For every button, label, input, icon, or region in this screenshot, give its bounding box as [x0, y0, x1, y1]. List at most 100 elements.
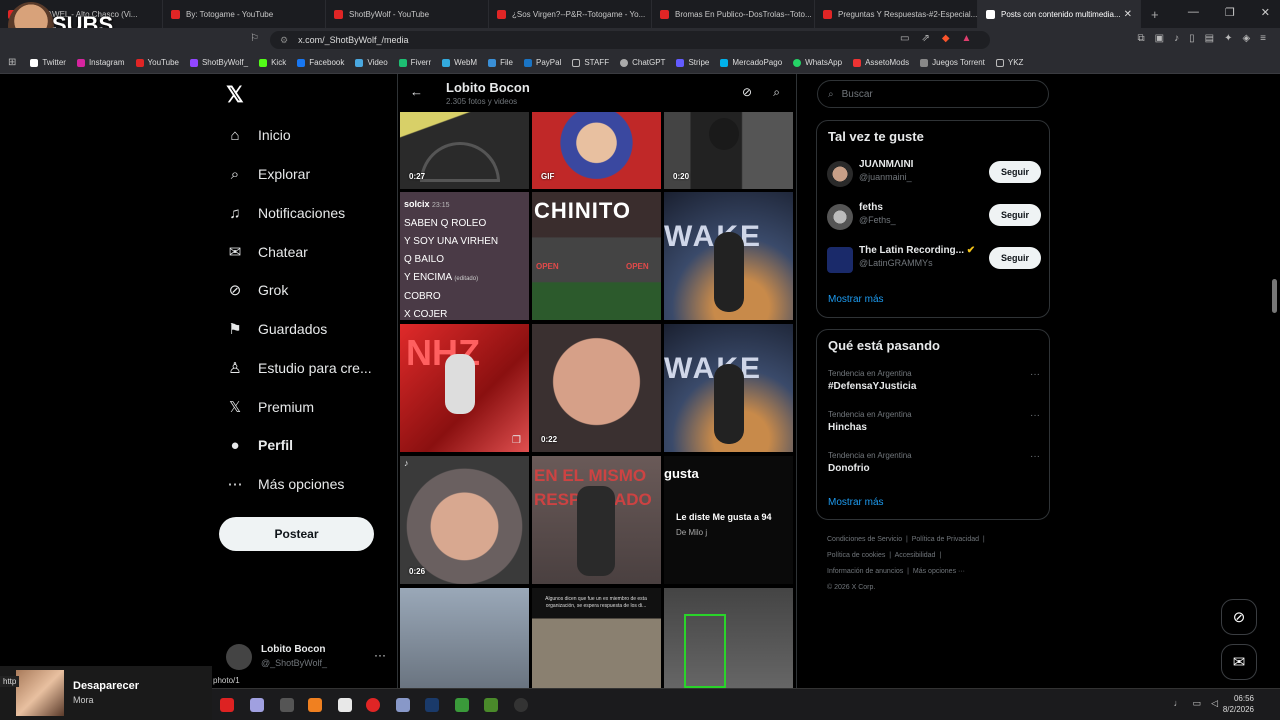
maximize-icon[interactable]: ❐ [1225, 6, 1235, 19]
nav-item-notificaciones[interactable]: ♫ Notificaciones [226, 198, 345, 228]
follow-button[interactable]: Seguir [989, 161, 1041, 183]
nav-item-guardados[interactable]: ⚑ Guardados [226, 314, 327, 344]
bookmark-item[interactable]: STAFF [572, 58, 609, 67]
bookmark-item[interactable]: MercadoPago [720, 58, 782, 67]
bookmark-item[interactable]: File [488, 58, 513, 67]
taskbar-app-icon[interactable] [220, 698, 234, 712]
minecraft-icon[interactable] [455, 698, 469, 712]
bookmark-item[interactable]: Kick [259, 58, 286, 67]
music-icon[interactable]: ♪ [1174, 33, 1179, 44]
media-thumbnail[interactable]: NHZ ❐ [400, 324, 529, 452]
taskbar-app-icon[interactable] [338, 698, 352, 712]
footer-link[interactable]: Condiciones de Servicio [827, 536, 902, 543]
bookmark-item[interactable]: PayPal [523, 58, 561, 67]
new-tab-icon[interactable]: + [1151, 7, 1159, 22]
media-thumbnail[interactable]: Algunos dicen que fue un ex miembro de e… [532, 588, 661, 688]
bookmark-item[interactable]: YouTube [135, 58, 179, 67]
media-thumbnail[interactable]: solcix 23:15 SABEN Q ROLEO Y SOY UNA VIR… [400, 192, 529, 320]
media-thumbnail[interactable]: WAKE [664, 324, 793, 452]
browser-tab[interactable]: ¿Sos Virgen?--P&R--Totogame - Yo... [489, 0, 652, 28]
taskbar-app-icon[interactable] [280, 698, 294, 712]
media-thumbnail[interactable] [664, 588, 793, 688]
bookmark-item[interactable]: ChatGPT [620, 58, 665, 67]
bookmark-item[interactable]: Twitter [30, 58, 66, 67]
media-thumbnail[interactable]: EN EL MISMO RESPALDADO [532, 456, 661, 584]
nav-item-premium[interactable]: 𝕏 Premium [226, 392, 314, 422]
bookmark-item[interactable]: YKZ [995, 58, 1023, 67]
media-thumbnail[interactable] [400, 588, 529, 688]
follow-suggestion[interactable]: The Latin Recording... ✔ @LatinGRAMMYs S… [827, 243, 1041, 279]
close-window-icon[interactable]: ✕ [1261, 6, 1270, 19]
nav-item-inicio[interactable]: ⌂ Inicio [226, 120, 290, 150]
rewards-icon[interactable]: ▲ [962, 33, 972, 44]
trend-item[interactable]: Tendencia en Argentina Donofrio ··· [828, 451, 1040, 485]
taskbar-app-icon[interactable] [250, 698, 264, 712]
trend-item[interactable]: Tendencia en Argentina #DefensaYJusticia… [828, 369, 1040, 403]
bookmark-item[interactable]: AssetoMods [853, 58, 909, 67]
taskbar-app-icon[interactable] [396, 698, 410, 712]
nav-item-mas-opciones[interactable]: ⋯ Más opciones [226, 469, 345, 499]
media-thumbnail[interactable]: 0:20 [664, 112, 793, 189]
browser-tab[interactable]: Preguntas Y Respuestas-#2-Especial... [815, 0, 978, 28]
grok-fab-icon[interactable]: ⊘ [1221, 599, 1257, 635]
taskbar-app-icon[interactable] [366, 698, 380, 712]
media-thumbnail[interactable]: CHINITO OPEN OPEN [532, 192, 661, 320]
follow-button[interactable]: Seguir [989, 204, 1041, 226]
minimize-icon[interactable]: — [1188, 6, 1199, 19]
bookmark-item[interactable]: WebM [442, 58, 477, 67]
site-info-icon[interactable]: ⚙ [280, 35, 288, 46]
taskbar-clock[interactable]: 06:56 8/2/2026 [1223, 693, 1254, 715]
media-thumbnail[interactable]: WAKE [664, 192, 793, 320]
trend-item[interactable]: Tendencia en Argentina Hinchas ··· [828, 410, 1040, 444]
search-icon[interactable]: ⌕ [773, 85, 780, 100]
footer-link[interactable]: Política de Privacidad [912, 536, 979, 543]
follow-suggestion[interactable]: feths @Feths_ Seguir [827, 200, 1041, 236]
follow-button[interactable]: Seguir [989, 247, 1041, 269]
browser-tab[interactable]: Bromas En Publico--DosTrolas--Toto... [652, 0, 815, 28]
media-thumbnail[interactable]: 0:22 [532, 324, 661, 452]
follow-suggestion[interactable]: JUΛNMΛINI @juanmaini_ Seguir [827, 157, 1041, 193]
brave-icon[interactable]: ◆ [942, 33, 950, 44]
more-dots-icon[interactable]: ··· [374, 648, 386, 662]
bookmark-item[interactable]: Video [355, 58, 388, 67]
bookmark-item[interactable]: Facebook [297, 58, 344, 67]
taskbar-app-icon[interactable] [484, 698, 498, 712]
nav-item-grok[interactable]: ⊘ Grok [226, 275, 289, 305]
leo-ai-icon[interactable]: ✦ [1224, 33, 1232, 44]
bookmark-item[interactable]: WhatsApp [793, 58, 842, 67]
bookmark-item[interactable]: Fiverr [398, 58, 431, 67]
bookmark-icon[interactable]: ⚐ [250, 33, 259, 44]
more-dots-icon[interactable]: ··· [1030, 369, 1040, 380]
footer-link[interactable]: Política de cookies [827, 552, 885, 559]
footer-link[interactable]: Más opciones ··· [913, 568, 965, 575]
browser-tab-active[interactable]: Posts con contenido multimedia... ✕ [978, 0, 1141, 28]
show-more-link[interactable]: Mostrar más [828, 497, 884, 508]
footer-link[interactable]: Accesibilidad [895, 552, 936, 559]
network-icon[interactable]: ▭ [1193, 698, 1202, 709]
share-icon[interactable]: ⇗ [921, 33, 929, 44]
more-dots-icon[interactable]: ··· [1030, 451, 1040, 462]
media-thumbnail[interactable]: ♪ 0:26 [400, 456, 529, 584]
menu-icon[interactable]: ≡ [1260, 33, 1266, 44]
close-tab-icon[interactable]: ✕ [1124, 9, 1132, 20]
sidebar-icon[interactable]: ▯ [1189, 33, 1195, 44]
screenshot-icon[interactable]: ▣ [1155, 33, 1164, 44]
nav-item-perfil[interactable]: ● Perfil [226, 430, 293, 460]
media-thumbnail[interactable]: GIF [532, 112, 661, 189]
nav-item-explorar[interactable]: ⌕ Explorar [226, 159, 310, 189]
wallet-icon[interactable]: ▤ [1205, 33, 1214, 44]
footer-link[interactable]: Información de anuncios [827, 568, 903, 575]
bookmark-item[interactable]: Juegos Torrent [920, 58, 985, 67]
grok-icon[interactable]: ⊘ [742, 85, 752, 99]
search-input[interactable]: ⌕ Buscar [817, 80, 1049, 108]
back-arrow-icon[interactable]: ← [410, 84, 423, 99]
mic-icon[interactable]: ♩ [1174, 698, 1183, 709]
x-logo-icon[interactable]: 𝕏 [226, 82, 244, 108]
browser-tab[interactable]: By: Totogame - YouTube [163, 0, 326, 28]
account-switcher[interactable]: Lobito Bocon @_ShotByWolf_ ··· [226, 640, 396, 680]
post-button[interactable]: Postear [219, 517, 374, 551]
bookmark-item[interactable]: Stripe [676, 58, 709, 67]
browser-tab[interactable]: ShotByWolf - YouTube [326, 0, 489, 28]
bookmark-item[interactable]: ShotByWolf_ [189, 58, 248, 67]
photoshop-icon[interactable] [425, 698, 439, 712]
